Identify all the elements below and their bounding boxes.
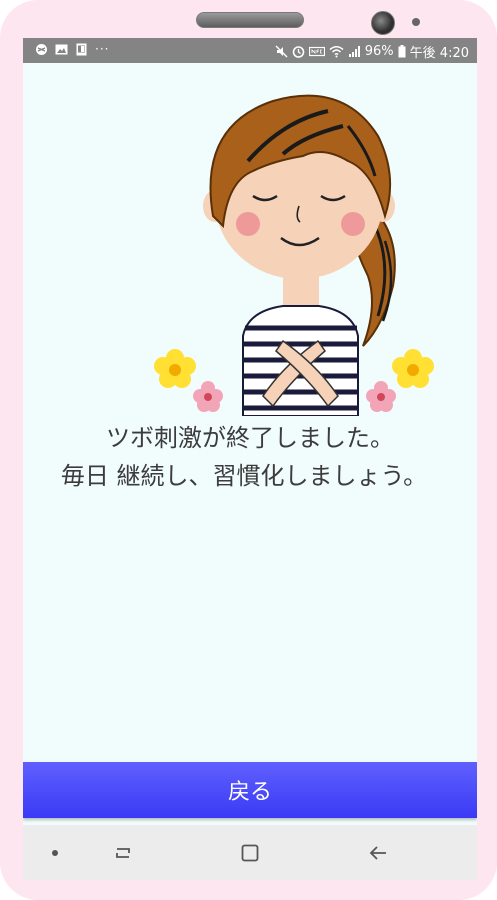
battery-icon <box>398 45 406 58</box>
status-left-icons: ··· <box>35 42 109 56</box>
nav-dot-button[interactable] <box>41 839 69 867</box>
android-nav-bar <box>23 825 477 880</box>
woman-illustration <box>154 94 434 416</box>
alarm-icon <box>292 46 305 58</box>
nfc-icon <box>308 46 325 57</box>
nav-dot-icon <box>52 850 58 856</box>
image-icon <box>55 44 68 54</box>
front-camera <box>371 11 395 35</box>
tablet-icon <box>76 43 87 55</box>
status-right-icons: 96% 午後 4:20 <box>275 42 469 61</box>
battery-percent: 96% <box>364 44 394 59</box>
mute-icon <box>275 45 288 58</box>
status-time: 午後 4:20 <box>409 46 469 61</box>
app-screen: ··· 96% 午後 4:20 ツボ刺激が終了しました。 毎日 継続し、習慣化し… <box>23 38 477 825</box>
recent-apps-icon <box>116 848 130 858</box>
habit-message: 毎日 継続し、習慣化しましょう。 <box>60 462 428 490</box>
signal-icon <box>348 46 360 57</box>
sync-icon <box>36 43 47 55</box>
speaker-grille <box>196 12 304 28</box>
home-icon <box>241 844 259 862</box>
completion-message: ツボ刺激が終了しました。 <box>106 424 394 452</box>
recent-apps-button[interactable] <box>109 839 137 867</box>
back-nav-button[interactable] <box>364 839 392 867</box>
wifi-icon <box>329 46 344 58</box>
back-arrow-icon <box>369 846 386 860</box>
phone-frame: ··· 96% 午後 4:20 ツボ刺激が終了しました。 毎日 継続し、習慣化し… <box>0 0 497 900</box>
home-button[interactable] <box>236 839 264 867</box>
back-button[interactable]: 戻る <box>23 762 477 818</box>
more-notifications-indicator: ··· <box>95 42 110 56</box>
proximity-sensor <box>412 18 420 26</box>
status-bar: ··· 96% 午後 4:20 <box>23 38 477 63</box>
flower-yellow-left <box>154 349 196 388</box>
